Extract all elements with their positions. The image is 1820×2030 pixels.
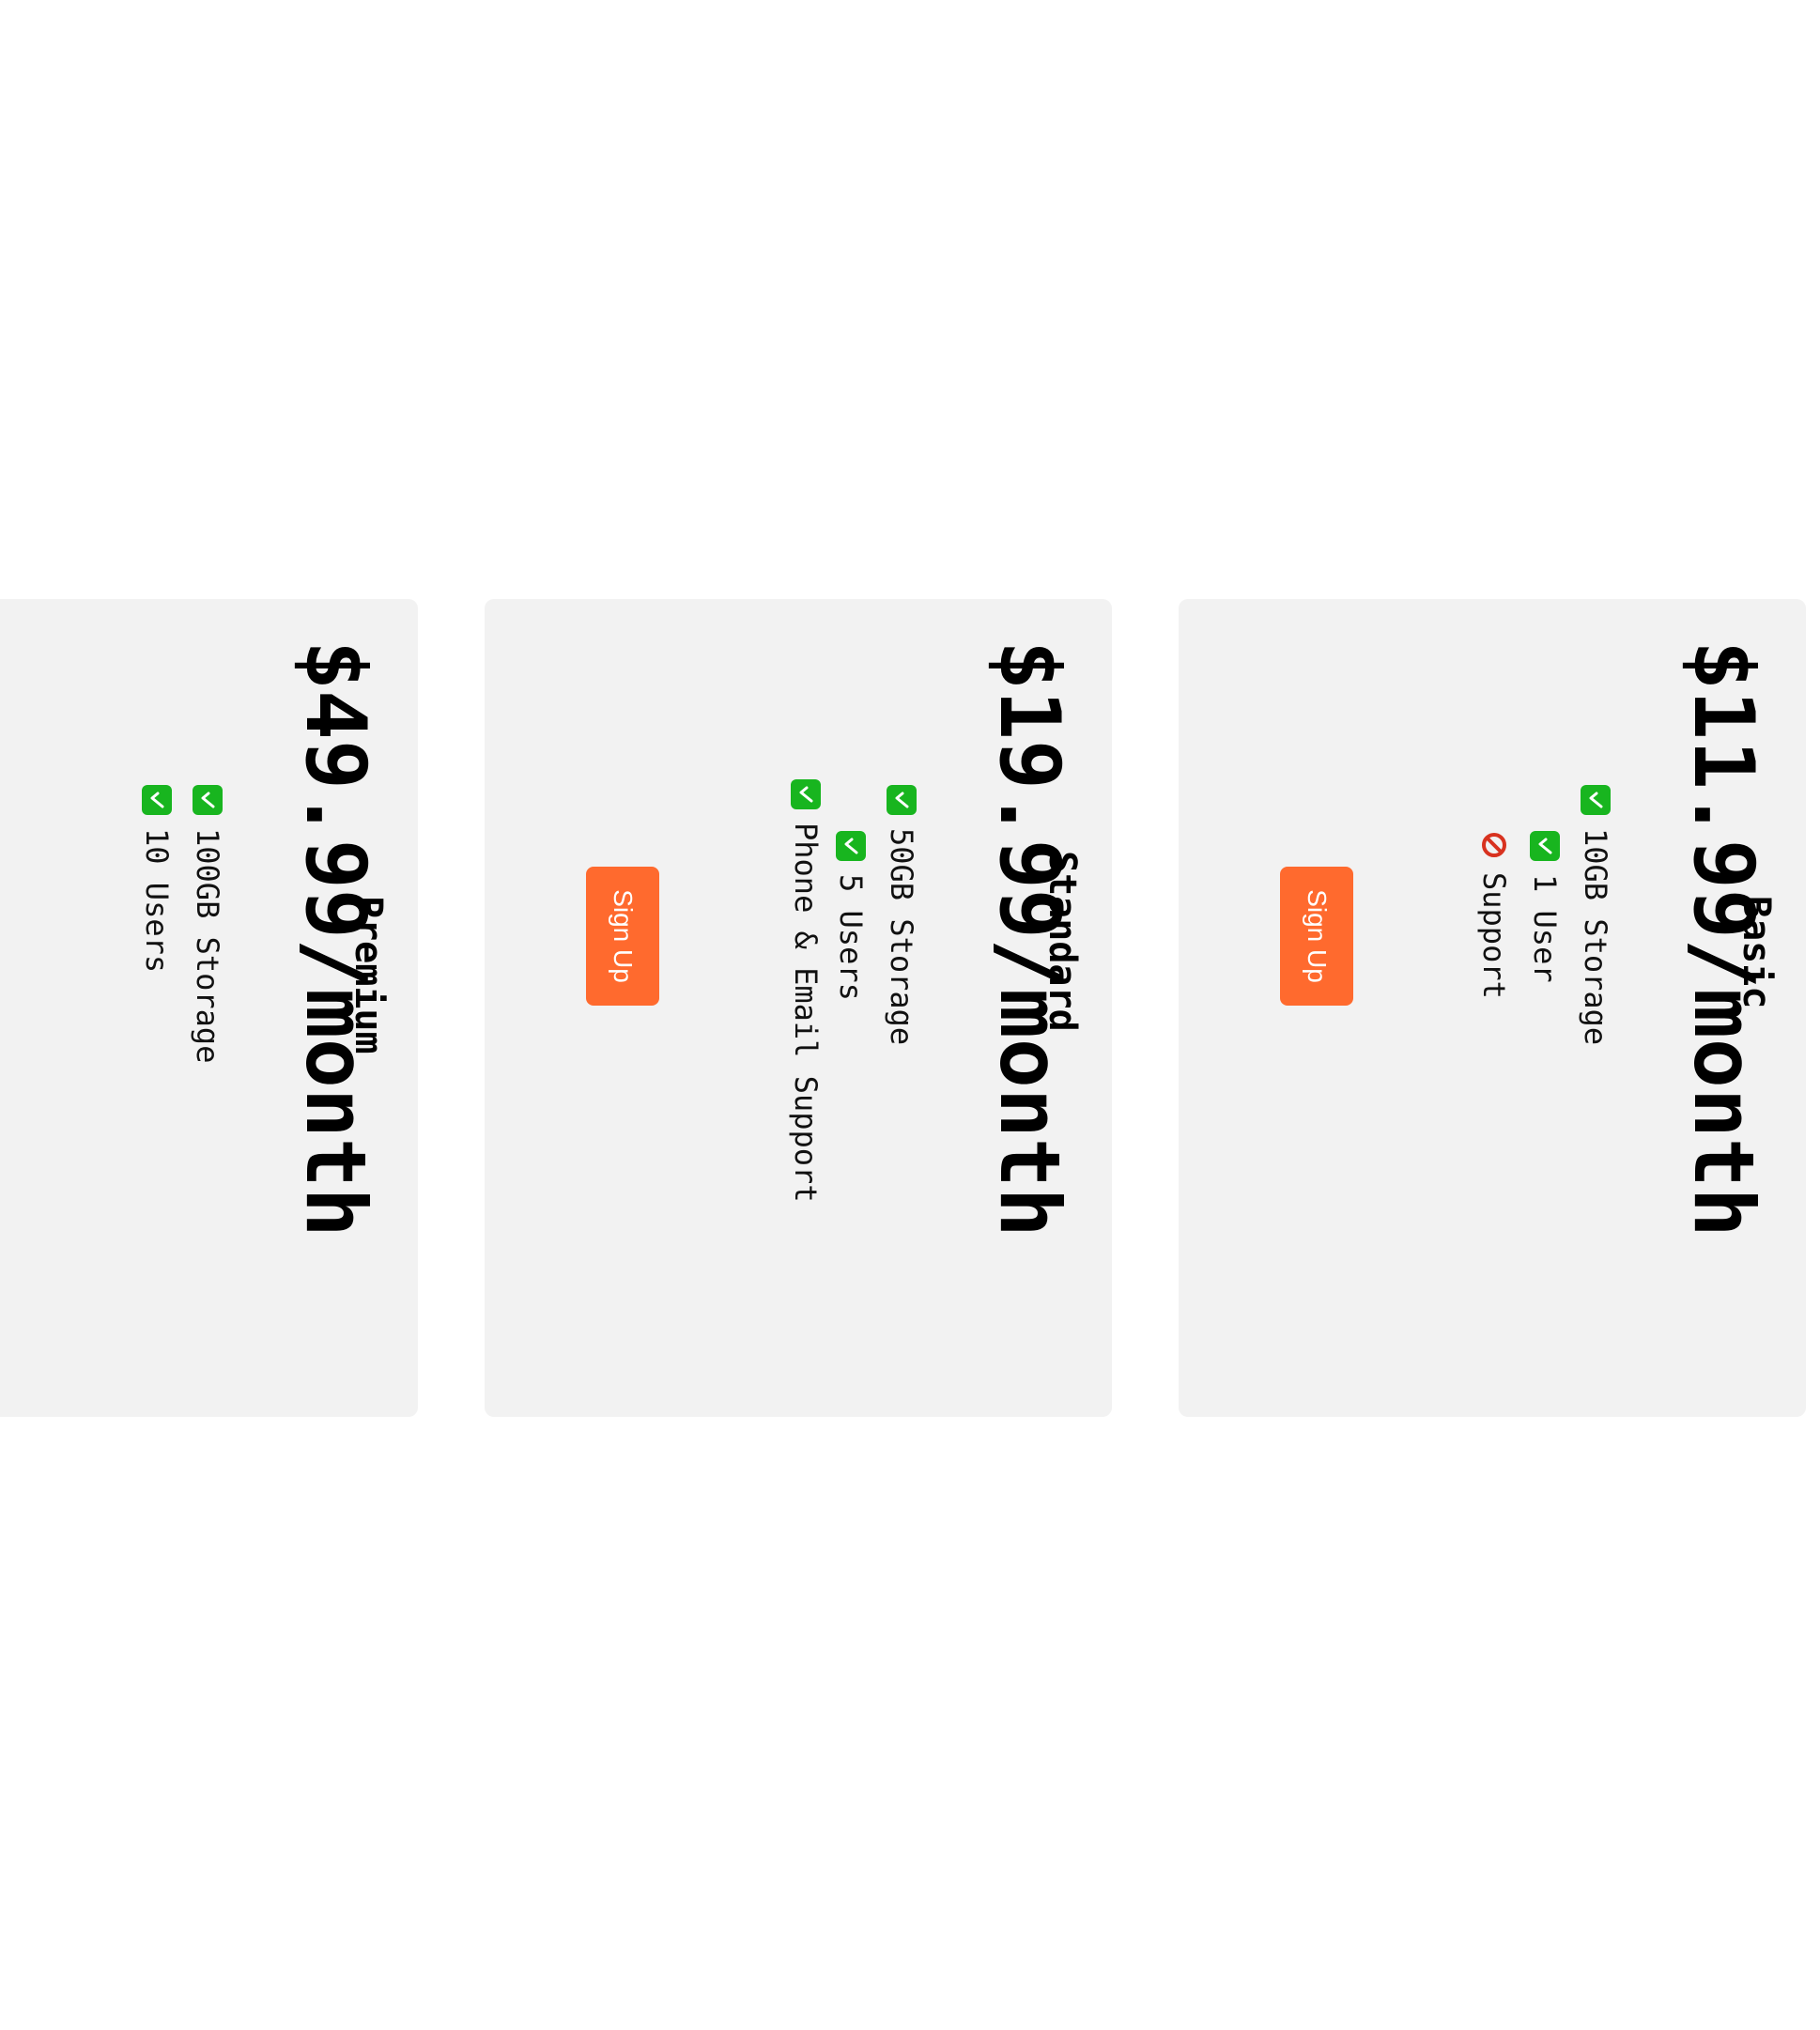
sign-up-button[interactable]: Sign Up (586, 867, 659, 1006)
name-wrap: Premium (347, 896, 390, 1054)
pricing-page: $11.99/month Basic 10GB Storage 1 User S… (0, 0, 1820, 2030)
feature-item: 50GB Storage (876, 785, 927, 1203)
plan-name: Standard (1041, 851, 1084, 1032)
feature-label: 100GB Storage (190, 828, 225, 1064)
check-icon (836, 831, 866, 861)
feature-list: 100GB Storage 10 Users (131, 785, 233, 1063)
feature-label: Support (1476, 872, 1512, 999)
feature-label: 10 Users (139, 828, 175, 974)
plan-card-premium: $49.99/month Premium 100GB Storage 10 Us… (0, 599, 418, 1417)
plan-name: Premium (347, 896, 390, 1054)
name-wrap: Basic (1735, 896, 1778, 1008)
feature-label: 5 Users (833, 874, 869, 1001)
feature-item: Support (1469, 831, 1519, 1045)
feature-item: 10 Users (131, 785, 182, 1063)
feature-item: 100GB Storage (182, 785, 233, 1063)
feature-label: 50GB Storage (884, 828, 919, 1046)
plan-name: Basic (1735, 896, 1778, 1009)
plan-card-standard: $19.99/month Standard 50GB Storage 5 Use… (485, 599, 1112, 1417)
check-icon (193, 785, 223, 815)
feature-item: 5 Users (825, 831, 876, 1203)
check-icon (1581, 785, 1611, 815)
name-wrap: Standard (1041, 851, 1084, 1032)
feature-item: Phone & Email Support (780, 779, 831, 1203)
feature-label: Phone & Email Support (788, 823, 824, 1203)
feature-list: 10GB Storage 1 User Support (1469, 785, 1621, 1045)
feature-item: 1 User (1519, 831, 1570, 1045)
check-icon (142, 785, 172, 815)
check-icon (791, 779, 821, 809)
check-icon (1530, 831, 1560, 861)
plan-card-basic: $11.99/month Basic 10GB Storage 1 User S… (1179, 599, 1806, 1417)
check-icon (887, 785, 917, 815)
feature-list: 50GB Storage 5 Users Phone & Email Suppo… (780, 779, 927, 1203)
feature-label: 1 User (1527, 874, 1563, 983)
sign-up-button[interactable]: Sign Up (1280, 867, 1353, 1006)
no-entry-icon (1480, 831, 1508, 859)
feature-item: 10GB Storage (1570, 785, 1621, 1045)
feature-label: 10GB Storage (1578, 828, 1613, 1046)
